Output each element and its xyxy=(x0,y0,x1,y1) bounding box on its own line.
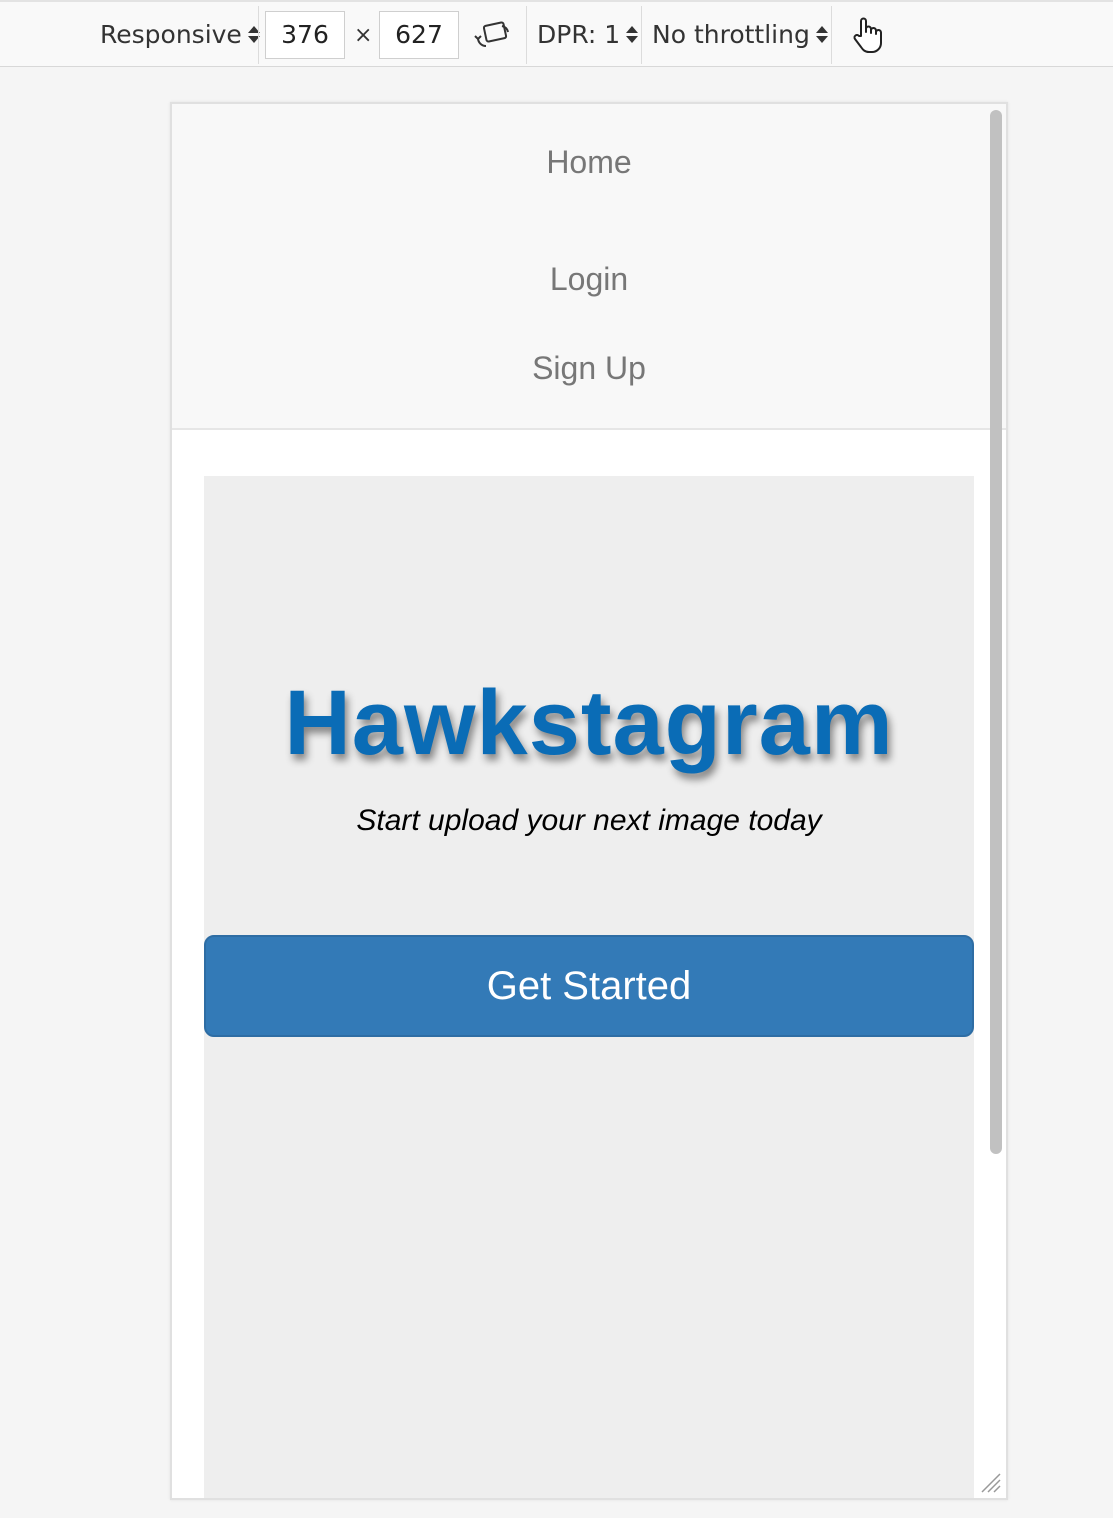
nav-signup-link[interactable]: Sign Up xyxy=(172,350,1006,387)
toolbar-divider xyxy=(258,6,259,64)
touch-pointer-icon[interactable] xyxy=(850,2,884,67)
select-arrows-icon xyxy=(815,26,828,43)
nav-login-link[interactable]: Login xyxy=(172,261,1006,298)
toolbar-divider xyxy=(641,6,642,64)
nav-home-link[interactable]: Home xyxy=(172,144,1006,181)
resize-grip-icon[interactable] xyxy=(978,1470,1002,1494)
device-viewport: Home Login Sign Up Hawkstagram Start upl… xyxy=(170,102,1008,1500)
hero-title: Hawkstagram xyxy=(284,672,894,774)
dpr-select[interactable]: DPR: 1 xyxy=(537,2,639,67)
hero-jumbotron: Hawkstagram Start upload your next image… xyxy=(204,476,974,1498)
devtools-responsive-toolbar: Responsive 376 × 627 DPR: 1 No throttlin… xyxy=(0,0,1113,67)
rotate-device-icon[interactable] xyxy=(472,2,512,67)
get-started-button[interactable]: Get Started xyxy=(204,935,974,1037)
mobile-navbar: Home Login Sign Up xyxy=(172,104,1006,430)
hero-tagline: Start upload your next image today xyxy=(356,804,822,837)
height-input[interactable]: 627 xyxy=(379,11,459,59)
vertical-scrollbar[interactable] xyxy=(990,110,1002,1154)
toolbar-divider xyxy=(526,6,527,64)
toolbar-divider xyxy=(831,6,832,64)
device-select[interactable]: Responsive xyxy=(100,2,260,67)
throttling-select-label: No throttling xyxy=(652,20,810,49)
throttling-select[interactable]: No throttling xyxy=(652,2,828,67)
times-symbol: × xyxy=(354,23,373,48)
device-select-label: Responsive xyxy=(100,20,242,49)
width-input[interactable]: 376 xyxy=(265,11,345,59)
dpr-select-label: DPR: 1 xyxy=(537,20,621,49)
select-arrows-icon xyxy=(626,26,639,43)
